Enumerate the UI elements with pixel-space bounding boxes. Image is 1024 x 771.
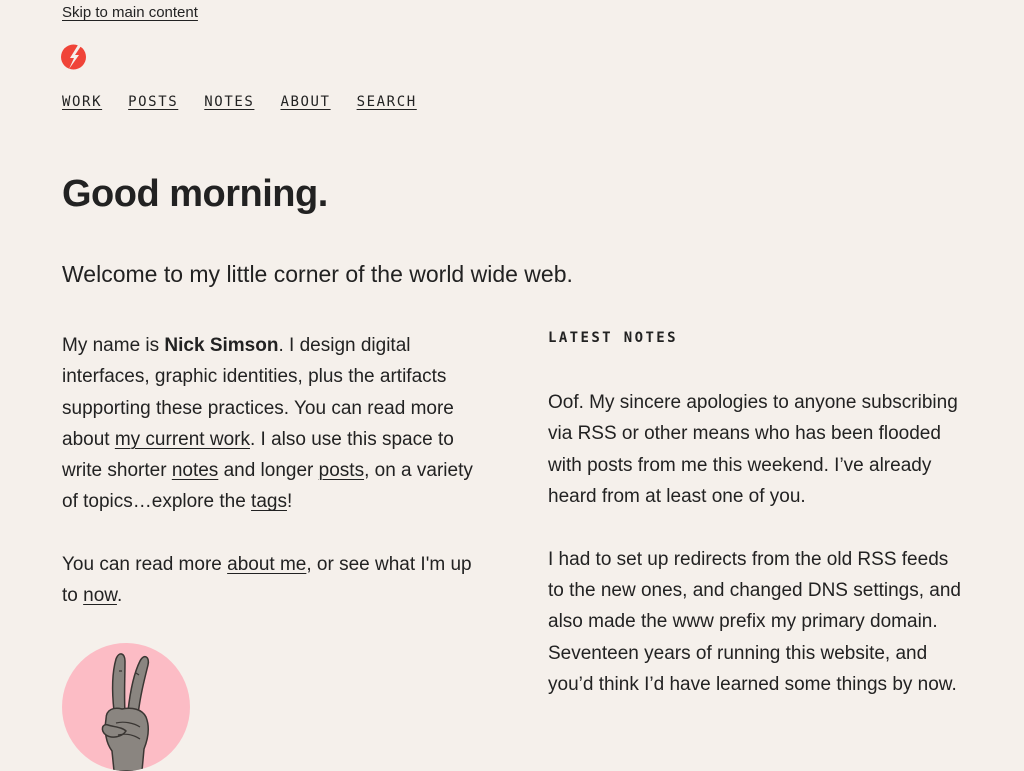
current-work-link[interactable]: my current work	[115, 429, 250, 450]
nav-item-posts[interactable]: POSTS	[128, 94, 178, 110]
about-me-link[interactable]: about me	[227, 554, 306, 575]
latest-notes-heading: LATEST NOTES	[548, 330, 678, 346]
bio-text: and longer	[218, 460, 319, 482]
lightning-circle-icon	[61, 44, 86, 70]
note-paragraph: I had to set up redirects from the old R…	[548, 548, 961, 695]
peace-hand-icon	[101, 653, 150, 771]
note-item: Oof. My sincere apologies to anyone subs…	[548, 387, 968, 700]
notes-link[interactable]: notes	[172, 460, 218, 481]
tags-link[interactable]: tags	[251, 491, 287, 512]
bio-paragraph: My name is Nick Simson. I design digital…	[62, 330, 492, 518]
now-link[interactable]: now	[83, 585, 117, 606]
nav-item-notes[interactable]: NOTES	[204, 94, 254, 110]
site-logo[interactable]	[60, 41, 87, 73]
bio-text: My name is	[62, 335, 165, 356]
bio-text: !	[286, 491, 293, 513]
about-paragraph: You can read more about me, or see what …	[62, 549, 492, 612]
skip-to-content-link[interactable]: Skip to main content	[62, 4, 198, 22]
bio-section: My name is Nick Simson. I design digital…	[62, 330, 492, 642]
nav-item-search[interactable]: SEARCH	[357, 94, 417, 110]
posts-link[interactable]: posts	[319, 460, 364, 481]
main-nav: WORK POSTS NOTES ABOUT SEARCH	[62, 94, 443, 110]
latest-notes-section: LATEST NOTES Oof. My sincere apologies t…	[548, 328, 968, 732]
author-name: Nick Simson	[164, 335, 279, 356]
intro-text: Welcome to my little corner of the world…	[62, 261, 573, 287]
note-paragraph: Oof. My sincere apologies to anyone subs…	[548, 392, 958, 507]
about-text: You can read more	[62, 553, 228, 575]
nav-item-about[interactable]: ABOUT	[280, 94, 330, 110]
about-text: .	[116, 585, 123, 607]
nav-item-work[interactable]: WORK	[62, 94, 102, 110]
avatar	[62, 643, 190, 771]
page-title: Good morning.	[62, 173, 328, 215]
